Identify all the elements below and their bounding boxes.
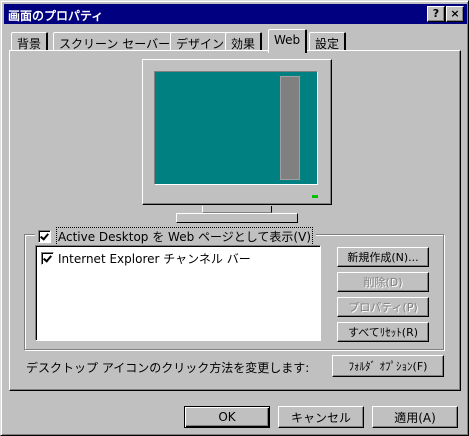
tab-background[interactable]: 背景 [11, 32, 49, 51]
active-desktop-checkbox[interactable] [38, 230, 51, 243]
power-led-icon [312, 195, 318, 198]
help-button[interactable]: ? [427, 6, 445, 22]
tab-screensaver[interactable]: スクリーン セーバー [53, 32, 178, 51]
new-button[interactable]: 新規作成(N)... [337, 247, 429, 267]
folder-options-button[interactable]: ﾌｫﾙﾀﾞ ｵﾌﾟｼｮﾝ(F) [332, 355, 444, 377]
monitor-neck [202, 206, 272, 213]
properties-button[interactable]: プロパティ(P) [337, 297, 429, 317]
desktop-icon-description: デスクトップ アイコンのクリック方法を変更します: [26, 361, 310, 375]
list-item-label: Internet Explorer チャンネル バー [58, 252, 251, 266]
desktop-preview-screen [154, 71, 318, 185]
delete-button[interactable]: 削除(D) [337, 272, 429, 292]
web-tab-panel: Active Desktop を Web ページとして表示(V) Interne… [9, 50, 461, 391]
window-title: 画面のプロパティ [8, 9, 104, 23]
title-bar[interactable]: 画面のプロパティ ? × [4, 4, 467, 24]
close-button[interactable]: × [446, 6, 464, 22]
ok-button[interactable]: OK [184, 406, 270, 428]
active-desktop-label: Active Desktop を Web ページとして表示(V) [56, 227, 314, 246]
channel-bar-preview [280, 76, 300, 180]
web-items-list[interactable]: Internet Explorer チャンネル バー [35, 245, 321, 341]
apply-button[interactable]: 適用(A) [372, 406, 458, 428]
cancel-button[interactable]: キャンセル [278, 406, 364, 428]
channel-bar-checkbox[interactable] [41, 252, 54, 265]
monitor-stand [176, 213, 298, 223]
active-desktop-toggle[interactable]: Active Desktop を Web ページとして表示(V) [35, 227, 317, 246]
active-desktop-group: Active Desktop を Web ページとして表示(V) Interne… [24, 227, 444, 350]
tab-effects[interactable]: 効果 [225, 32, 263, 51]
properties-window: 画面のプロパティ ? × 背景 スクリーン セーバー デザイン 効果 Web 設… [0, 0, 469, 436]
tab-design[interactable]: デザイン [170, 32, 232, 51]
reset-all-button[interactable]: すべてﾘｾｯﾄ(R) [337, 322, 429, 342]
monitor-preview [142, 59, 332, 205]
tab-web[interactable]: Web [268, 29, 308, 53]
list-item[interactable]: Internet Explorer チャンネル バー [41, 250, 251, 267]
tab-settings[interactable]: 設定 [309, 32, 347, 51]
